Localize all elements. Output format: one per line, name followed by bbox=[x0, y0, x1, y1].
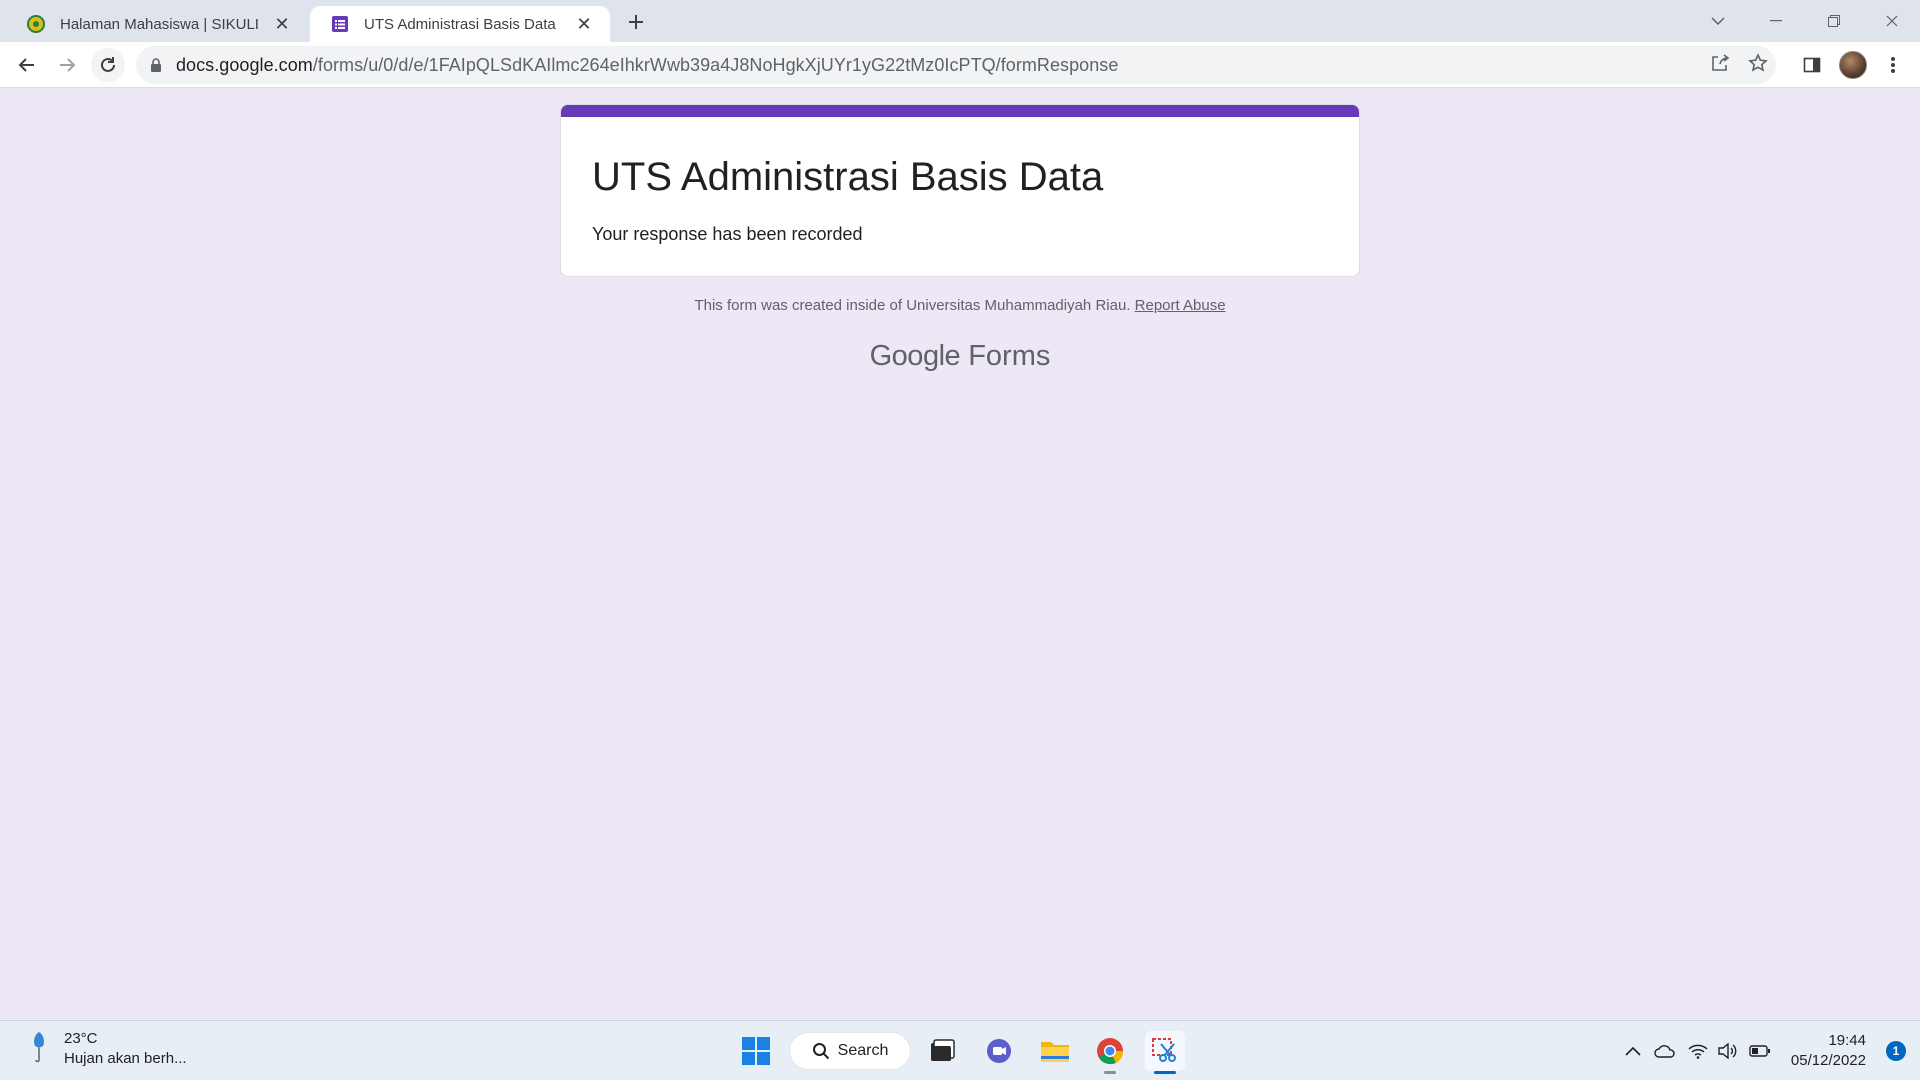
file-explorer-button[interactable] bbox=[1035, 1031, 1075, 1071]
close-window-button[interactable] bbox=[1864, 0, 1920, 42]
confirmation-message: Your response has been recorded bbox=[592, 224, 863, 244]
form-accent-bar bbox=[561, 105, 1359, 117]
weather-temperature: 23°C bbox=[64, 1030, 98, 1047]
profile-button[interactable] bbox=[1836, 48, 1870, 82]
snipping-active-indicator bbox=[1154, 1071, 1176, 1074]
share-icon[interactable] bbox=[1710, 53, 1730, 78]
google-forms-logo[interactable]: Google Forms bbox=[0, 340, 1920, 373]
form-footer: This form was created inside of Universi… bbox=[0, 297, 1920, 314]
tab-search-button[interactable] bbox=[1690, 0, 1746, 42]
tab-uts-form[interactable]: UTS Administrasi Basis Data ✕ bbox=[310, 6, 610, 42]
restore-button[interactable] bbox=[1806, 0, 1862, 42]
chevron-up-icon bbox=[1625, 1046, 1641, 1056]
report-abuse-link[interactable]: Report Abuse bbox=[1135, 297, 1226, 314]
url-text: docs.google.com/forms/u/0/d/e/1FAIpQLSdK… bbox=[176, 55, 1118, 76]
folder-icon bbox=[1041, 1042, 1069, 1062]
star-icon[interactable] bbox=[1748, 52, 1768, 78]
windows-taskbar: 23°C Hujan akan berh... Search 19:44 05/… bbox=[0, 1020, 1920, 1080]
url-path: /forms/u/0/d/e/1FAIpQLSdKAIlmc264eIhkrWw… bbox=[312, 54, 1119, 75]
university-seal-icon bbox=[26, 14, 46, 34]
minimize-button[interactable] bbox=[1748, 0, 1804, 42]
url-host: docs.google.com bbox=[176, 54, 313, 75]
cloud-icon bbox=[1654, 1045, 1675, 1058]
back-button[interactable] bbox=[10, 48, 44, 82]
browser-toolbar: docs.google.com/forms/u/0/d/e/1FAIpQLSdK… bbox=[0, 42, 1920, 88]
tab-strip: Halaman Mahasiswa | SIKULI ✕ UTS Adminis… bbox=[0, 0, 1920, 42]
task-view-icon bbox=[931, 1039, 955, 1061]
kebab-menu-icon bbox=[1891, 57, 1895, 73]
arrow-left-icon bbox=[18, 58, 34, 72]
close-icon bbox=[1886, 15, 1898, 27]
brand-forms: Forms bbox=[968, 340, 1051, 372]
lock-icon bbox=[136, 58, 176, 72]
chrome-icon bbox=[1097, 1038, 1124, 1065]
arrow-right-icon bbox=[60, 58, 76, 72]
weather-widget[interactable]: 23°C Hujan akan berh... bbox=[28, 1029, 187, 1069]
clock-time: 19:44 bbox=[1828, 1032, 1866, 1049]
restore-icon bbox=[1828, 15, 1840, 27]
battery-icon bbox=[1749, 1045, 1770, 1057]
forward-button[interactable] bbox=[50, 48, 84, 82]
umbrella-icon bbox=[28, 1030, 50, 1069]
weather-description: Hujan akan berh... bbox=[64, 1050, 187, 1067]
brand-google: Google bbox=[869, 340, 961, 372]
battery-button[interactable] bbox=[1746, 1039, 1774, 1063]
snipping-tool-icon bbox=[1152, 1038, 1176, 1062]
snipping-tool-button[interactable] bbox=[1145, 1031, 1185, 1071]
windows-logo-icon bbox=[742, 1037, 770, 1065]
google-forms-icon bbox=[330, 14, 350, 34]
close-icon[interactable]: ✕ bbox=[572, 12, 596, 36]
clock-date: 05/12/2022 bbox=[1790, 1052, 1866, 1069]
search-icon bbox=[812, 1043, 829, 1060]
show-hidden-icons-button[interactable] bbox=[1619, 1039, 1647, 1063]
address-bar[interactable]: docs.google.com/forms/u/0/d/e/1FAIpQLSdK… bbox=[136, 46, 1776, 84]
speaker-icon bbox=[1718, 1043, 1737, 1059]
volume-button[interactable] bbox=[1713, 1039, 1741, 1063]
new-tab-button[interactable] bbox=[622, 8, 650, 36]
start-button[interactable] bbox=[736, 1031, 776, 1071]
wifi-icon bbox=[1688, 1044, 1708, 1059]
tab-sikuli[interactable]: Halaman Mahasiswa | SIKULI ✕ bbox=[6, 6, 308, 42]
reload-button[interactable] bbox=[91, 48, 125, 82]
taskbar-search-button[interactable]: Search bbox=[789, 1032, 911, 1070]
teams-chat-button[interactable] bbox=[979, 1031, 1019, 1071]
side-panel-icon bbox=[1803, 57, 1821, 73]
menu-button[interactable] bbox=[1876, 48, 1910, 82]
wifi-button[interactable] bbox=[1684, 1039, 1712, 1063]
side-panel-button[interactable] bbox=[1795, 48, 1829, 82]
search-label: Search bbox=[837, 1042, 889, 1059]
form-title: UTS Administrasi Basis Data bbox=[592, 155, 1104, 199]
avatar bbox=[1839, 51, 1867, 79]
plus-icon bbox=[629, 15, 643, 29]
chat-icon bbox=[987, 1039, 1011, 1063]
close-icon[interactable]: ✕ bbox=[270, 12, 294, 36]
footer-text: This form was created inside of Universi… bbox=[694, 297, 1131, 314]
chrome-button[interactable] bbox=[1090, 1031, 1130, 1071]
chrome-running-indicator bbox=[1104, 1071, 1116, 1074]
form-confirmation-card: UTS Administrasi Basis Data Your respons… bbox=[560, 104, 1360, 277]
minimize-icon bbox=[1770, 20, 1782, 22]
tab-title: UTS Administrasi Basis Data bbox=[364, 15, 556, 33]
onedrive-button[interactable] bbox=[1651, 1039, 1679, 1063]
notification-badge[interactable]: 1 bbox=[1886, 1041, 1906, 1061]
chevron-down-icon bbox=[1711, 17, 1725, 26]
taskbar-clock[interactable]: 19:44 05/12/2022 bbox=[1791, 1031, 1866, 1071]
reload-icon bbox=[101, 57, 115, 72]
tab-title: Halaman Mahasiswa | SIKULI bbox=[60, 15, 259, 33]
task-view-button[interactable] bbox=[922, 1031, 962, 1071]
